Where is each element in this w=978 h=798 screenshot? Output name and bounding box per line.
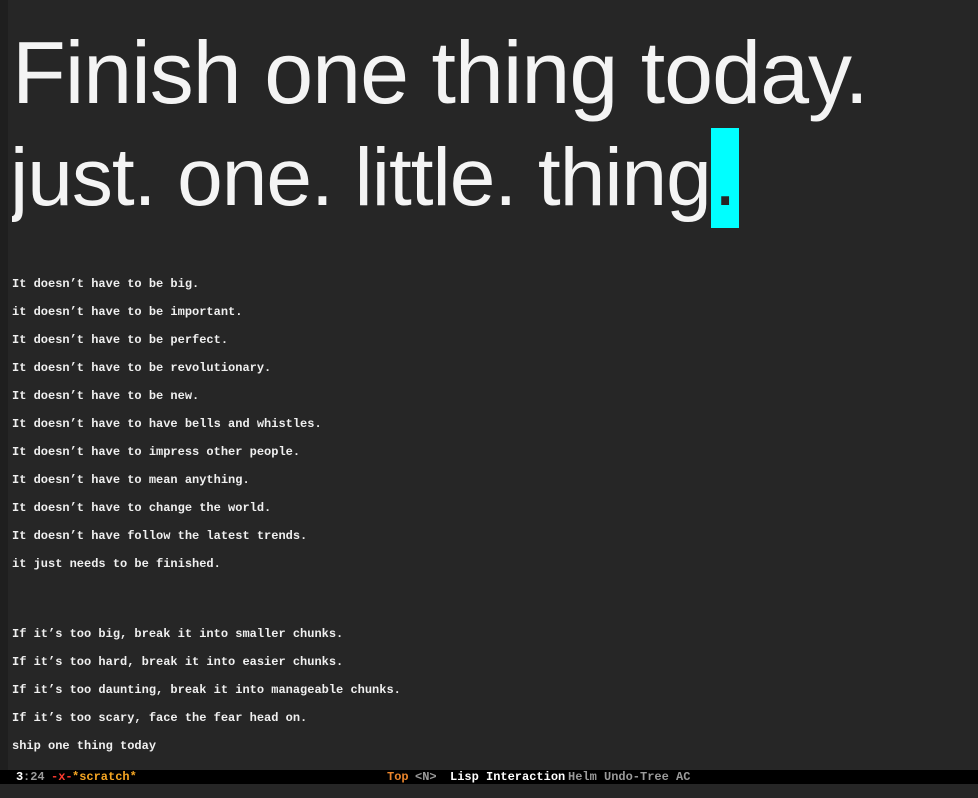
modeline-minor-modes[interactable]: Helm Undo-Tree AC <box>568 770 690 784</box>
text-line: It doesn’t have to be perfect. <box>12 333 229 347</box>
heading-line-2-text: just. one. little. thing <box>12 132 712 223</box>
text-line: it doesn’t have to be important. <box>12 305 243 319</box>
heading-line-2: just. one. little. thing. <box>12 128 739 228</box>
editor-buffer[interactable]: Finish one thing today. just. one. littl… <box>12 0 978 770</box>
modeline-buffer-name[interactable]: *scratch* <box>72 770 137 784</box>
text-line: It doesn’t have to have bells and whistl… <box>12 417 322 431</box>
text-line: If it’s too scary, face the fear head on… <box>12 711 308 725</box>
modeline-column: :24 <box>23 770 45 784</box>
text-line: It doesn’t have follow the latest trends… <box>12 529 308 543</box>
text-cursor[interactable]: . <box>710 128 739 228</box>
text-line: it just needs to be finished. <box>12 557 221 571</box>
minibuffer[interactable] <box>0 784 978 798</box>
text-line: It doesn’t have to be big. <box>12 277 200 291</box>
text-line: It doesn’t have to be revolutionary. <box>12 361 272 375</box>
text-line: It doesn’t have to change the world. <box>12 501 272 515</box>
modeline-evil-state: <N> <box>415 770 437 784</box>
text-line: It doesn’t have to mean anything. <box>12 473 250 487</box>
text-line: It doesn’t have to impress other people. <box>12 445 301 459</box>
heading-line-1: Finish one thing today. <box>12 23 869 122</box>
text-line: If it’s too hard, break it into easier c… <box>12 655 344 669</box>
left-fringe <box>0 0 8 770</box>
modeline-modified-marker: -x- <box>51 770 73 784</box>
emacs-frame: Finish one thing today. just. one. littl… <box>0 0 978 798</box>
text-line: If it’s too daunting, break it into mana… <box>12 683 401 697</box>
text-line: If it’s too big, break it into smaller c… <box>12 627 344 641</box>
modeline-position: Top <box>387 770 409 784</box>
text-line: It doesn’t have to be new. <box>12 389 200 403</box>
text-line: ship one thing today <box>12 739 157 753</box>
modeline-major-mode[interactable]: Lisp Interaction <box>450 770 565 784</box>
mode-line: 3 :24 -x- *scratch* Top <N> Lisp Interac… <box>0 770 978 784</box>
